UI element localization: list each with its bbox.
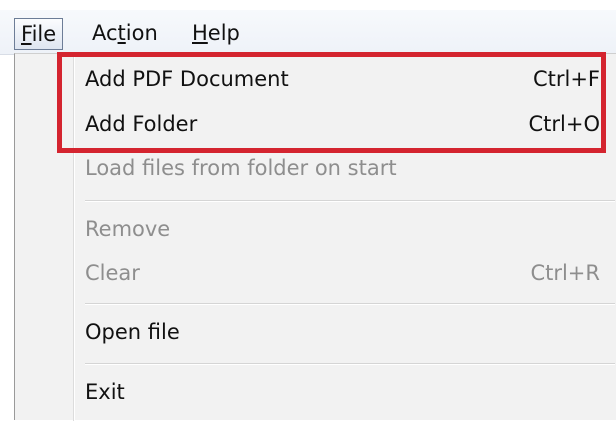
menu-item-clear[interactable]: Clear Ctrl+R: [85, 253, 600, 293]
menu-file[interactable]: File: [14, 18, 64, 50]
menu-action-label-a: Ac: [92, 21, 118, 45]
app-window: File Action Help Add PDF Document Ctrl+F…: [0, 0, 616, 421]
menu-separator: [85, 363, 615, 365]
menu-item-label: Clear: [85, 261, 140, 285]
menu-item-shortcut: Ctrl+R: [530, 261, 600, 285]
menu-item-label: Exit: [85, 380, 125, 404]
menu-separator: [85, 303, 615, 305]
menu-file-mnemonic: F: [21, 22, 32, 46]
menu-action-mnemonic: t: [117, 21, 126, 45]
menu-file-rest: ile: [31, 22, 57, 46]
menu-help-mnemonic: H: [192, 21, 208, 45]
menu-item-exit[interactable]: Exit: [85, 372, 600, 412]
annotation-highlight-box: [57, 52, 606, 153]
menu-item-load-files-from-folder-on-start[interactable]: Load files from folder on start: [85, 148, 600, 188]
menu-help-rest: elp: [207, 21, 240, 45]
menu-item-label: Open file: [85, 320, 180, 344]
menu-item-label: Load files from folder on start: [85, 156, 397, 180]
menu-help[interactable]: Help: [186, 18, 246, 50]
menu-item-open-file[interactable]: Open file: [85, 312, 600, 352]
menu-separator: [85, 200, 615, 202]
menu-action[interactable]: Action: [86, 18, 164, 50]
menu-bar: File Action Help: [0, 10, 616, 55]
menu-item-label: Remove: [85, 217, 171, 241]
menu-action-label-c: ion: [125, 21, 158, 45]
menu-item-remove[interactable]: Remove: [85, 209, 600, 249]
